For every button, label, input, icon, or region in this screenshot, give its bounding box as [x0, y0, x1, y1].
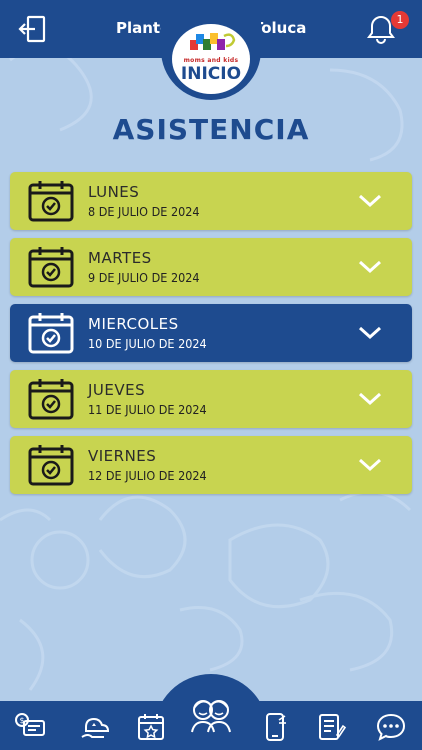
day-name: VIERNES [88, 447, 157, 465]
calendar-check-icon [28, 247, 74, 288]
chevron-down-icon[interactable] [358, 392, 382, 406]
chevron-down-icon[interactable] [358, 458, 382, 472]
page-title: ASISTENCIA [112, 113, 310, 146]
phone-icon[interactable] [259, 711, 291, 743]
svg-text:$: $ [19, 716, 24, 725]
day-date: 12 DE JULIO DE 2024 [88, 468, 207, 483]
calendar-star-icon[interactable] [135, 711, 167, 743]
logo-icon [190, 33, 236, 50]
home-label[interactable]: INICIO [172, 64, 250, 84]
day-card-tuesday[interactable]: MARTES 9 DE JULIO DE 2024 [10, 238, 412, 296]
day-date: 8 DE JULIO DE 2024 [88, 204, 200, 219]
payments-icon[interactable]: $ [14, 711, 46, 743]
day-card-wednesday[interactable]: MIERCOLES 10 DE JULIO DE 2024 [10, 304, 412, 362]
day-name: JUEVES [88, 381, 146, 399]
logout-icon[interactable] [18, 14, 48, 44]
chat-icon[interactable] [375, 711, 407, 743]
day-card-thursday[interactable]: JUEVES 11 DE JULIO DE 2024 [10, 370, 412, 428]
document-icon[interactable] [315, 711, 347, 743]
chevron-down-icon[interactable] [358, 260, 382, 274]
kids-icon[interactable] [188, 694, 234, 734]
calendar-check-icon [28, 313, 74, 354]
cloud-hand-icon[interactable] [78, 711, 110, 743]
day-name: LUNES [88, 183, 140, 201]
day-card-friday[interactable]: VIERNES 12 DE JULIO DE 2024 [10, 436, 412, 494]
campus-value[interactable]: Toluca [253, 19, 306, 37]
day-name: MIERCOLES [88, 315, 179, 333]
calendar-check-icon [28, 445, 74, 486]
notification-count-badge: 1 [391, 11, 409, 29]
chevron-down-icon[interactable] [358, 326, 382, 340]
day-card-monday[interactable]: LUNES 8 DE JULIO DE 2024 [10, 172, 412, 230]
day-date: 9 DE JULIO DE 2024 [88, 270, 200, 285]
chevron-down-icon[interactable] [358, 194, 382, 208]
day-date: 10 DE JULIO DE 2024 [88, 336, 207, 351]
day-date: 11 DE JULIO DE 2024 [88, 402, 207, 417]
day-name: MARTES [88, 249, 152, 267]
calendar-check-icon [28, 181, 74, 222]
calendar-check-icon [28, 379, 74, 420]
logo-brand-text: moms and kids [183, 57, 239, 64]
